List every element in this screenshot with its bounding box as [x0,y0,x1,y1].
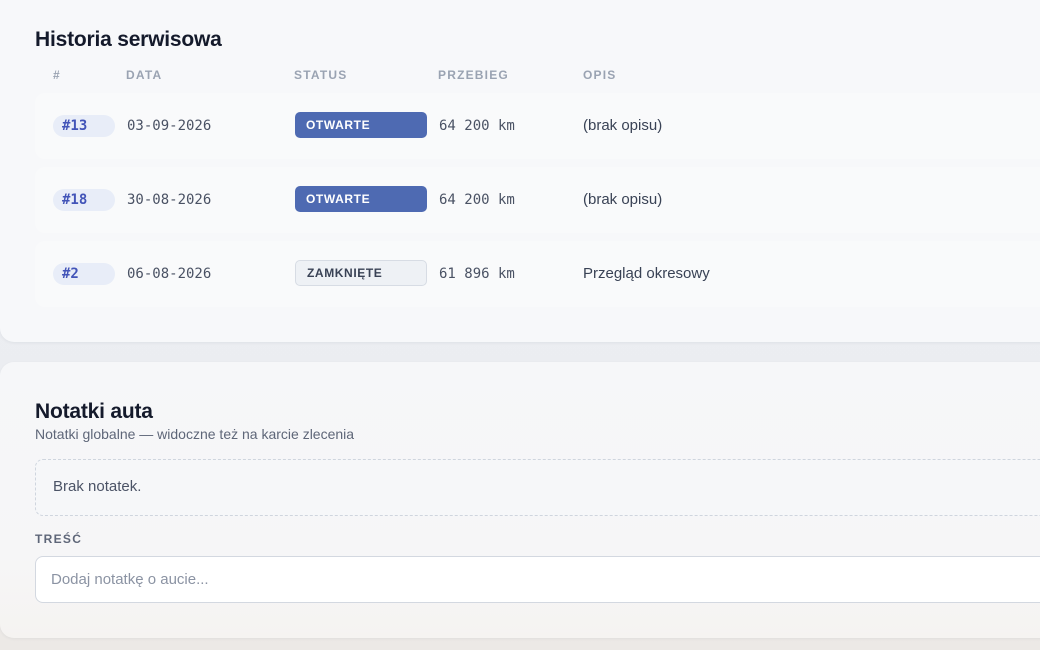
column-header-date: DATA [126,68,163,82]
car-notes-title: Notatki auta [35,400,153,423]
order-description: (brak opisu) [583,191,663,208]
note-content-input[interactable] [35,556,1040,603]
column-header-status: STATUS [294,68,348,82]
order-mileage: 61 896 km [439,266,515,282]
notes-empty-text: Brak notatek. [53,478,142,495]
order-date: 06-08-2026 [127,266,212,282]
order-mileage: 64 200 km [439,118,515,134]
order-id-badge[interactable]: #13 [53,115,115,137]
order-description: (brak opisu) [583,117,663,134]
table-row[interactable]: #18 30-08-2026 OTWARTE 64 200 km (brak o… [35,167,1040,233]
status-badge: ZAMKNIĘTE [295,260,427,286]
order-id-badge[interactable]: #18 [53,189,115,211]
order-description: Przegląd okresowy [583,265,710,282]
order-mileage: 64 200 km [439,192,515,208]
table-row[interactable]: #2 06-08-2026 ZAMKNIĘTE 61 896 km Przegl… [35,241,1040,307]
order-date: 30-08-2026 [127,192,212,208]
service-history-card: Historia serwisowa # DATA STATUS PRZEBIE… [0,0,1040,342]
car-notes-card: Notatki auta Notatki globalne — widoczne… [0,362,1040,638]
car-notes-subtitle: Notatki globalne — widoczne też na karci… [35,426,355,442]
order-id-badge[interactable]: #2 [53,263,115,285]
notes-empty-state: Brak notatek. [35,459,1040,516]
column-header-number: # [53,68,61,82]
order-date: 03-09-2026 [127,118,212,134]
table-row[interactable]: #13 03-09-2026 OTWARTE 64 200 km (brak o… [35,93,1040,159]
note-content-label: TREŚĆ [35,532,83,546]
status-badge: OTWARTE [295,186,427,212]
column-header-description: OPIS [583,68,617,82]
service-history-title: Historia serwisowa [35,28,222,51]
column-header-mileage: PRZEBIEG [438,68,509,82]
status-badge: OTWARTE [295,112,427,138]
